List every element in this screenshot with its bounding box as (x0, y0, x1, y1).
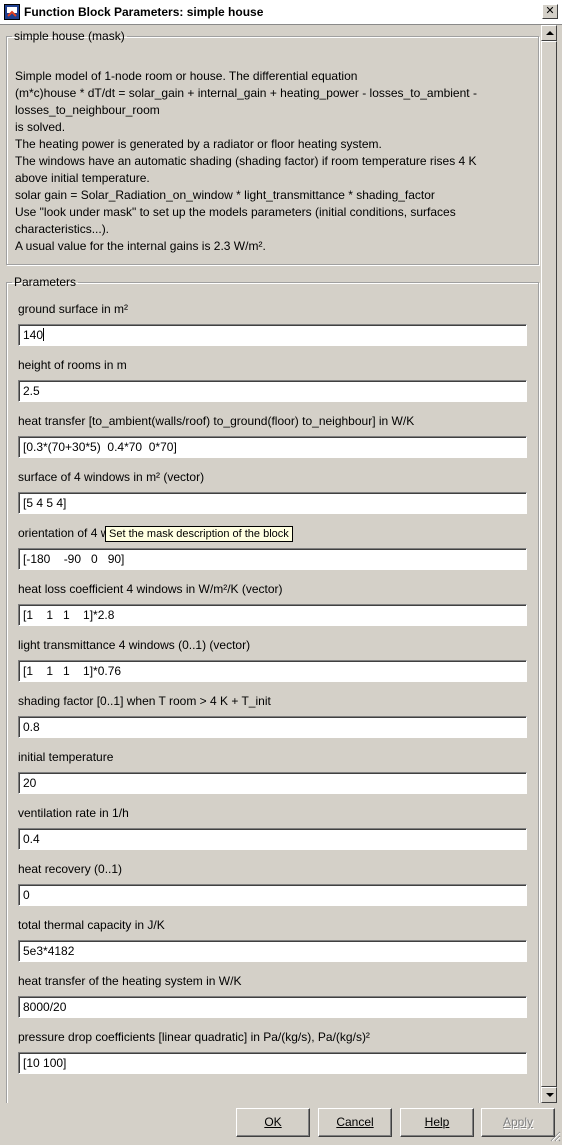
title-bar: Function Block Parameters: simple house … (0, 0, 562, 25)
heat-transfer-input[interactable]: [0.3*(70+30*5) 0.4*70 0*70] (18, 436, 527, 458)
tooltip: Set the mask description of the block (105, 526, 293, 542)
initial-temperature-input[interactable]: 20 (18, 772, 527, 794)
param-label-window-surface: surface of 4 windows in m² (vector) (18, 470, 205, 484)
vertical-scrollbar[interactable] (541, 25, 557, 1103)
param-label-ventilation-rate: ventilation rate in 1/h (18, 806, 129, 820)
text-caret (43, 328, 45, 341)
resize-grip-icon[interactable] (549, 1130, 561, 1142)
heat-recovery-input[interactable]: 0 (18, 884, 527, 906)
scroll-down-button[interactable] (541, 1087, 557, 1103)
cancel-button[interactable]: Cancel (318, 1108, 392, 1137)
dialog-content: simple house (mask) Simple model of 1-no… (0, 25, 540, 1103)
pressure-drop-input[interactable]: [10 100] (18, 1052, 527, 1074)
shading-factor-input[interactable]: 0.8 (18, 716, 527, 738)
mask-description-group: simple house (mask) Simple model of 1-no… (6, 29, 539, 265)
param-label-ground-surface: ground surface in m² (18, 302, 129, 316)
ok-button[interactable]: OK (236, 1108, 310, 1137)
window-title: Function Block Parameters: simple house (24, 5, 264, 19)
param-label-pressure-drop: pressure drop coefficients [linear quadr… (18, 1030, 370, 1044)
close-icon: ✕ (545, 5, 555, 17)
scroll-up-button[interactable] (541, 25, 557, 41)
param-label-light-transmittance: light transmittance 4 windows (0..1) (ve… (18, 638, 251, 652)
param-label-room-height: height of rooms in m (18, 358, 127, 372)
light-transmittance-input[interactable]: [1 1 1 1]*0.76 (18, 660, 527, 682)
arrow-up-icon (546, 31, 554, 35)
heating-transfer-input[interactable]: 8000/20 (18, 996, 527, 1018)
window-heat-loss-input[interactable]: [1 1 1 1]*2.8 (18, 604, 527, 626)
help-button[interactable]: Help (400, 1108, 474, 1137)
ventilation-rate-input[interactable]: 0.4 (18, 828, 527, 850)
param-label-shading-factor: shading factor [0..1] when T room > 4 K … (18, 694, 271, 708)
param-label-heat-transfer: heat transfer [to_ambient(walls/roof) to… (18, 414, 415, 428)
button-bar: OK Cancel Help Apply (0, 1103, 562, 1143)
window-surface-input[interactable]: [5 4 5 4] (18, 492, 527, 514)
mask-description-text: Simple model of 1-node room or house. Th… (15, 69, 477, 253)
param-label-thermal-capacity: total thermal capacity in J/K (18, 918, 165, 932)
scrollbar-thumb[interactable] (541, 41, 557, 1087)
thermal-capacity-input[interactable]: 5e3*4182 (18, 940, 527, 962)
param-label-initial-temperature: initial temperature (18, 750, 114, 764)
close-button[interactable]: ✕ (542, 4, 558, 19)
apply-button[interactable]: Apply (481, 1108, 555, 1137)
parameters-group-legend: Parameters (14, 275, 77, 289)
param-label-window-heat-loss: heat loss coefficient 4 windows in W/m²/… (18, 582, 283, 596)
arrow-down-icon (546, 1093, 554, 1097)
mask-group-legend: simple house (mask) (14, 29, 125, 43)
ground-surface-input[interactable]: 140 (18, 324, 527, 346)
param-label-heating-transfer: heat transfer of the heating system in W… (18, 974, 242, 988)
window-orientation-input[interactable]: [-180 -90 0 90] (18, 548, 527, 570)
param-label-heat-recovery: heat recovery (0..1) (18, 862, 123, 876)
simulink-block-icon (4, 4, 20, 20)
room-height-input[interactable]: 2.5 (18, 380, 527, 402)
